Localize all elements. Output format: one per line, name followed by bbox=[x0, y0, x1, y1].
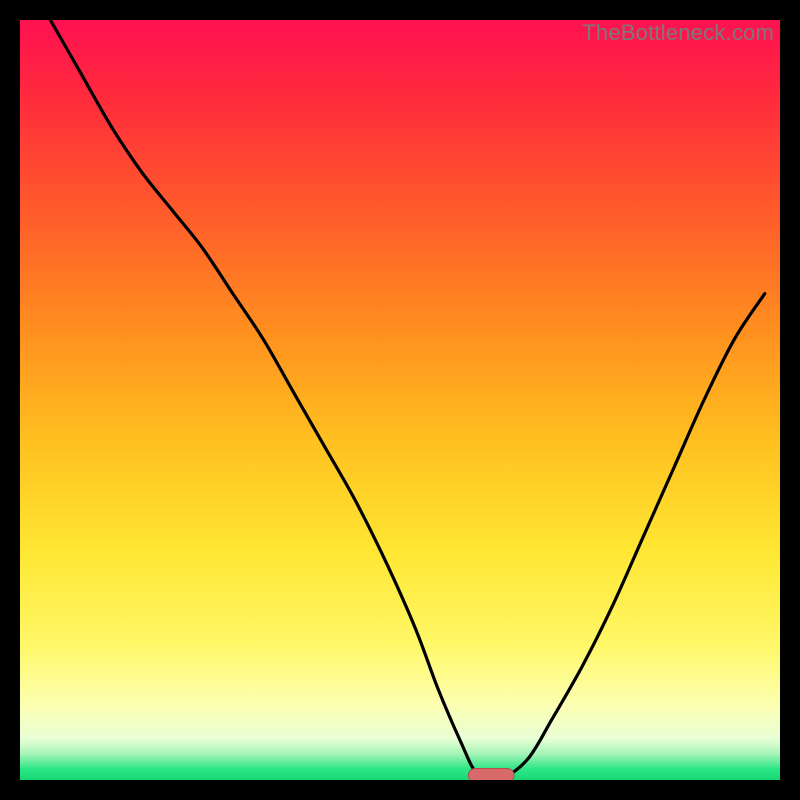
chart-frame: TheBottleneck.com bbox=[20, 20, 780, 780]
gradient-background bbox=[20, 20, 780, 780]
optimum-marker bbox=[468, 768, 514, 780]
bottleneck-chart bbox=[20, 20, 780, 780]
watermark-label: TheBottleneck.com bbox=[582, 20, 774, 46]
